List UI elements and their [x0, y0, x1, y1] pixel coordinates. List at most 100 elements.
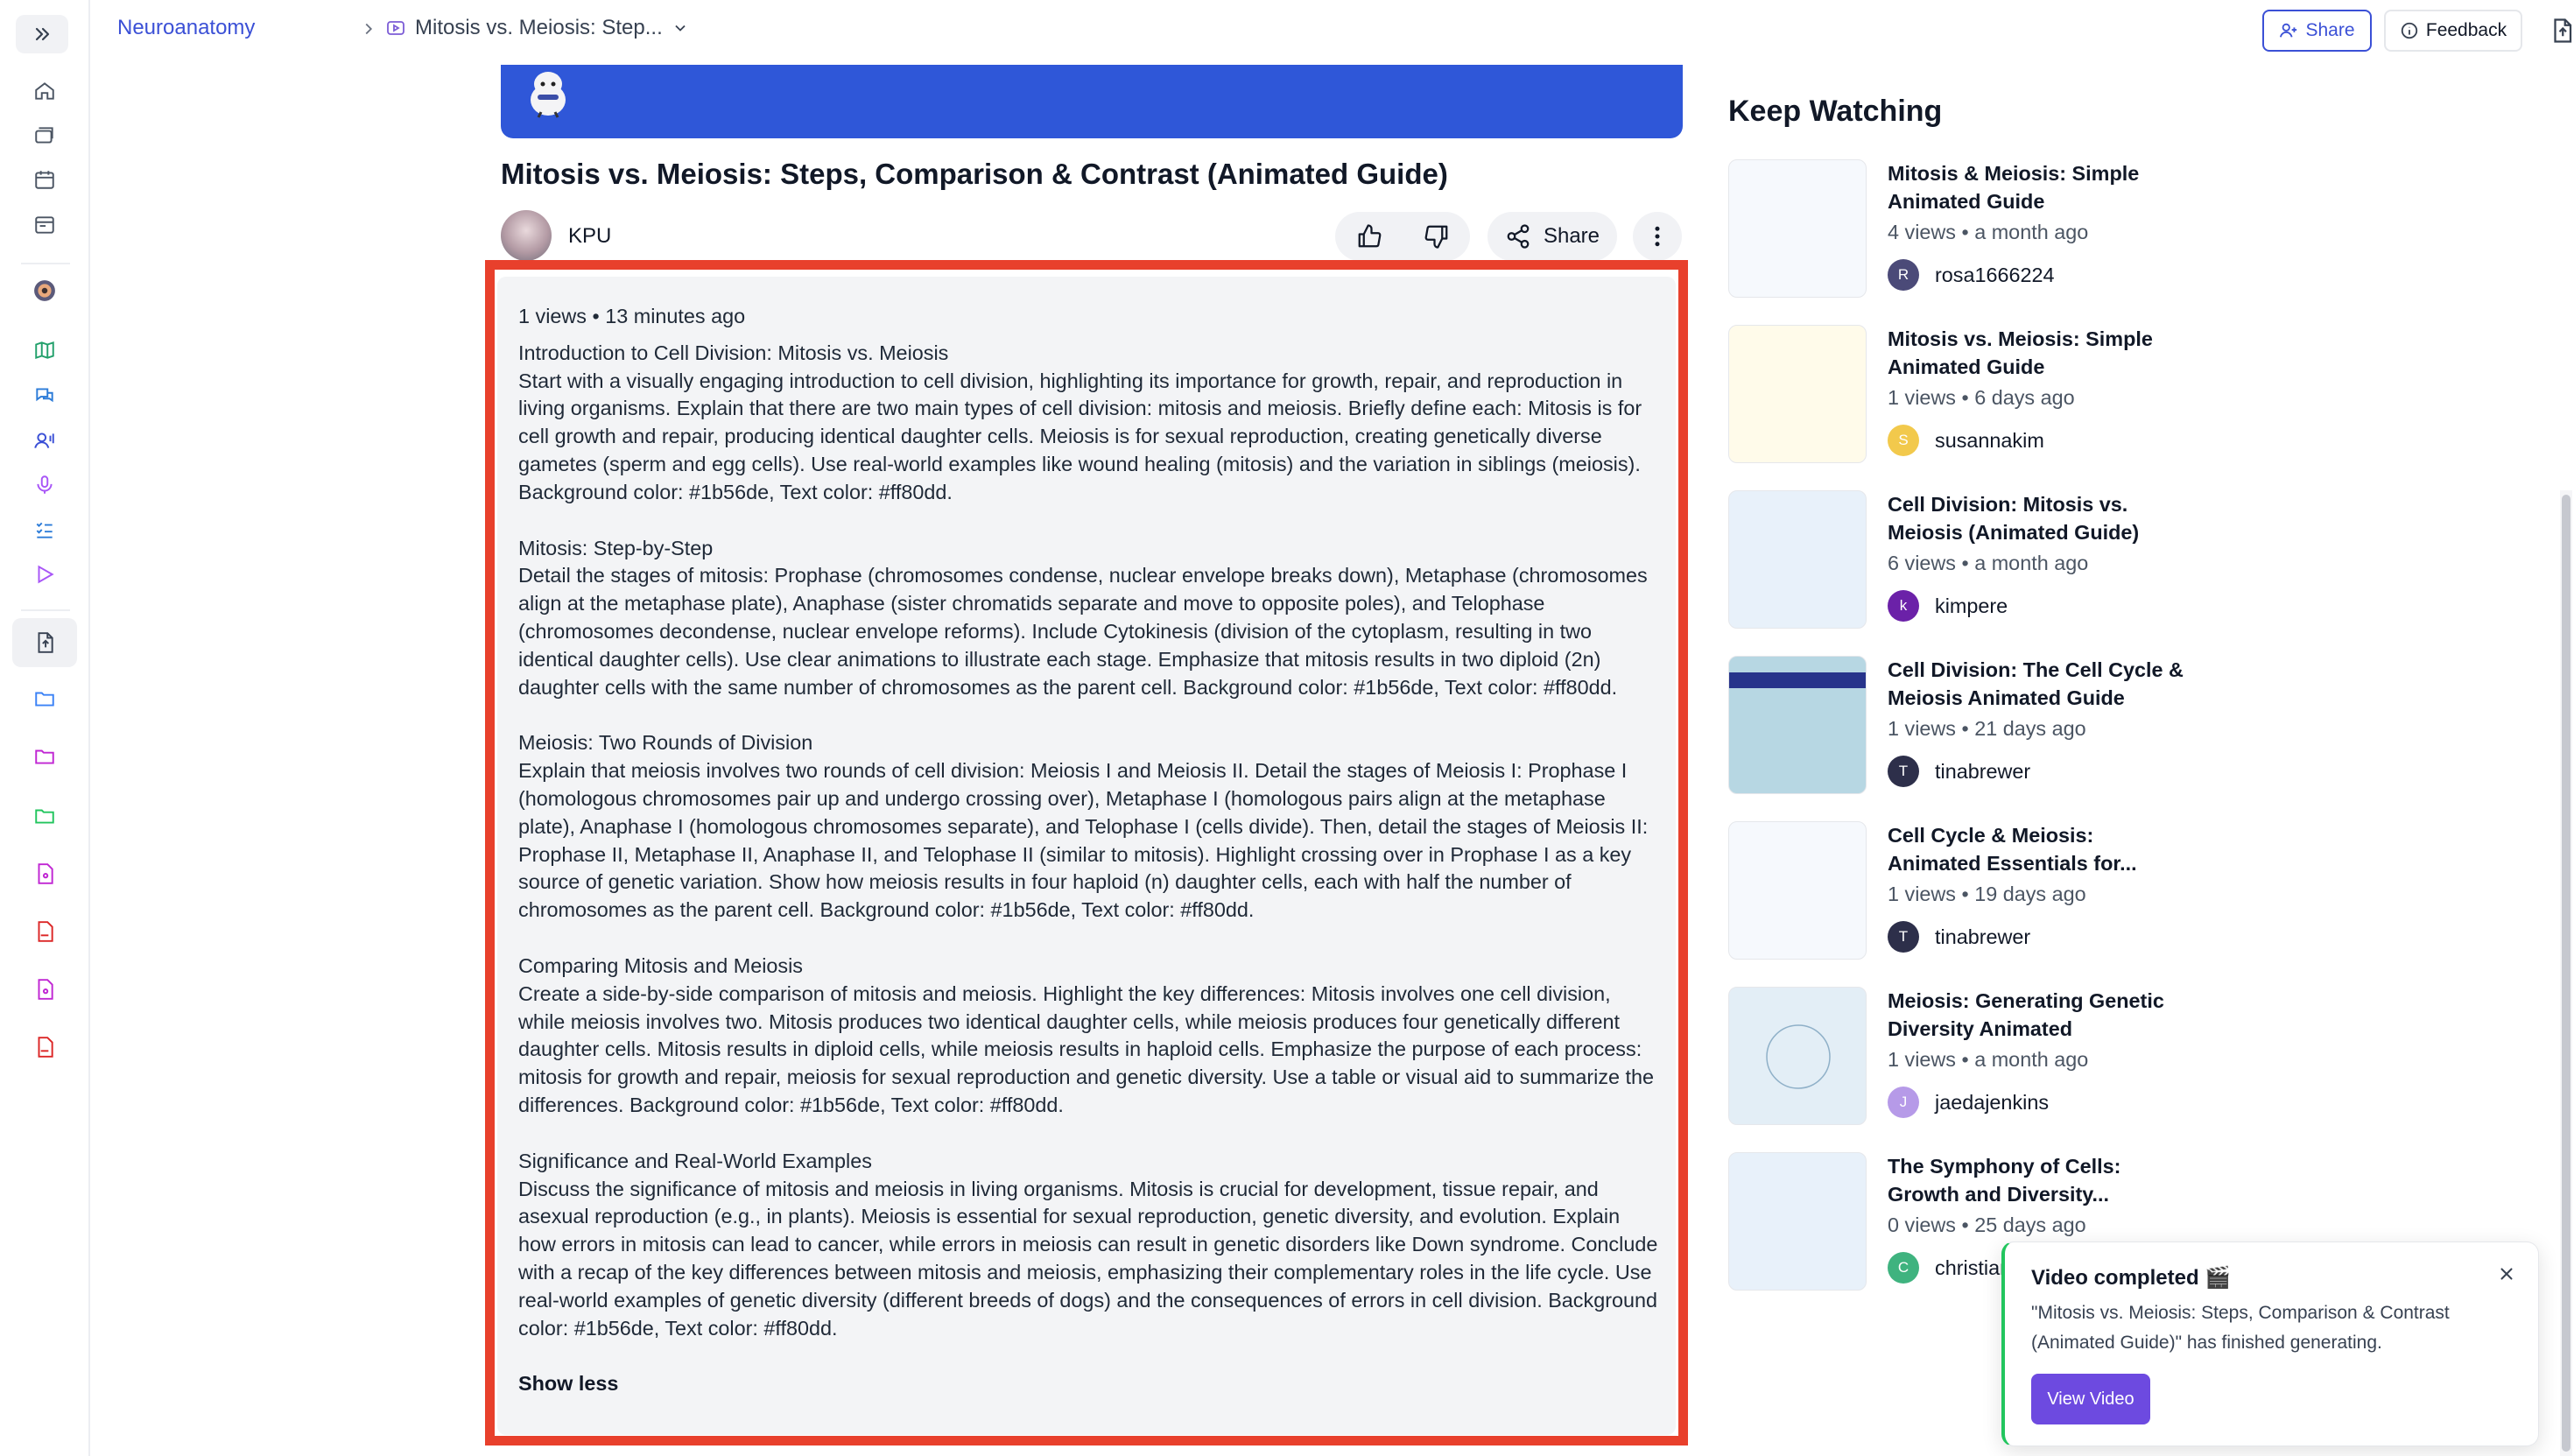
video-thumbnail[interactable] [1728, 159, 1867, 298]
section-body: Create a side-by-side comparison of mito… [518, 981, 1655, 1116]
library-icon[interactable] [27, 118, 62, 153]
thumbs-down-icon [1424, 225, 1447, 249]
video-thumbnail[interactable] [1728, 325, 1867, 463]
more-vertical-icon [1655, 226, 1660, 247]
chat-icon[interactable] [27, 378, 62, 413]
expand-sidebar-button[interactable] [16, 15, 68, 53]
microphone-icon[interactable] [27, 468, 62, 503]
author[interactable]: Cchristian [1888, 1252, 2011, 1284]
keep-watching-item[interactable]: Cell Division: The Cell Cycle & Meiosis … [1728, 656, 2184, 796]
workspace-avatar-icon[interactable] [27, 273, 62, 308]
document-icon[interactable] [27, 972, 62, 1007]
author-name: tinabrewer [1935, 759, 2031, 783]
author[interactable]: k kimpere [1888, 590, 2008, 622]
feedback-button[interactable]: Feedback [2384, 10, 2522, 52]
thumbnail-title-bar [1729, 672, 1866, 688]
section-body: Discuss the significance of mitosis and … [518, 1177, 1658, 1340]
author[interactable]: Ttinabrewer [1888, 756, 2030, 787]
channel-name[interactable]: KPU [568, 224, 611, 249]
title-line: Meiosis (Animated Guide) [1888, 521, 2140, 544]
dislike-button[interactable] [1403, 212, 1470, 261]
keep-watching-item-title: Cell Division: Mitosis vs. Meiosis (Anim… [1888, 490, 2185, 546]
video-thumbnail[interactable] [1728, 490, 1867, 629]
keep-watching-item-title: Meiosis: Generating Genetic Diversity An… [1888, 987, 2185, 1043]
toast-title: Video completed 🎬 [2031, 1266, 2232, 1290]
view-video-button[interactable]: View Video [2031, 1374, 2150, 1424]
upload-age: 21 days ago [1974, 717, 2086, 740]
author-avatar: T [1888, 921, 1919, 953]
title-line: Meiosis: Generating Genetic [1888, 989, 2164, 1012]
close-icon [2500, 1268, 2513, 1280]
rail-divider [21, 263, 70, 264]
channel-avatar[interactable] [501, 210, 552, 261]
title-line: Diversity Animated [1888, 1017, 2073, 1040]
video-share-button[interactable]: Share [1487, 212, 1617, 261]
video-thumbnail[interactable] [1728, 987, 1867, 1125]
view-count: 1 views [1888, 717, 1956, 740]
keep-watching-item[interactable]: Mitosis & Meiosis: Simple Animated Guide… [1728, 159, 2184, 299]
keep-watching-item-title: Cell Division: The Cell Cycle & Meiosis … [1888, 656, 2185, 712]
video-thumbnail[interactable] [1728, 656, 1867, 794]
upload-button[interactable] [2543, 12, 2574, 49]
upload-file-icon[interactable] [27, 625, 62, 660]
close-toast-button[interactable] [2494, 1262, 2519, 1286]
home-icon[interactable] [27, 74, 62, 109]
view-count: 1 views [1888, 883, 1956, 905]
folder-icon[interactable] [27, 739, 62, 774]
map-icon[interactable] [27, 333, 62, 368]
cell-diagram-thumbnail [1766, 1024, 1831, 1089]
video-thumbnail[interactable] [1728, 1152, 1867, 1291]
author[interactable]: Jjaedajenkins [1888, 1087, 2049, 1118]
pdf-icon[interactable] [27, 914, 62, 949]
keep-watching-item-meta: 1 views • 21 days ago [1888, 717, 2086, 740]
author[interactable]: Ttinabrewer [1888, 921, 2030, 953]
info-icon [2401, 22, 2418, 39]
show-less-link[interactable]: Show less [518, 1370, 618, 1398]
keep-watching-item[interactable]: Cell Division: Mitosis vs. Meiosis (Anim… [1728, 490, 2184, 630]
section-body: Explain that meiosis involves two rounds… [518, 759, 1649, 922]
title-line: Animated Guide [1888, 190, 2045, 213]
section-body: Start with a visually engaging introduct… [518, 369, 1642, 503]
breadcrumb-current[interactable]: Mitosis vs. Meiosis: Step... [385, 16, 689, 40]
keep-watching-item-meta: 6 views • a month ago [1888, 552, 2089, 574]
browser-icon[interactable] [27, 207, 62, 243]
author[interactable]: Rrosa1666224 [1888, 259, 2055, 291]
section-heading: Mitosis: Step-by-Step [518, 536, 714, 559]
title-line: Mitosis & Meiosis: Simple [1888, 162, 2140, 185]
view-count: 1 views [1888, 1048, 1956, 1071]
author-name: susannakim [1935, 428, 2044, 452]
description-section: Introduction to Cell Division: Mitosis v… [518, 340, 1658, 507]
video-player[interactable] [501, 65, 1683, 138]
section-heading: Introduction to Cell Division: Mitosis v… [518, 341, 949, 364]
checklist-icon[interactable] [27, 512, 62, 547]
more-options-button[interactable] [1633, 212, 1682, 261]
video-completed-toast: Video completed 🎬 "Mitosis vs. Meiosis: … [2001, 1241, 2539, 1446]
calendar-icon[interactable] [27, 162, 62, 197]
view-count: 0 views [1888, 1213, 1956, 1236]
scrollbar-thumb[interactable] [2562, 495, 2570, 1452]
document-icon[interactable] [27, 856, 62, 891]
keep-watching-item[interactable]: Mitosis vs. Meiosis: Simple Animated Gui… [1728, 325, 2184, 465]
share-button[interactable]: Share [2262, 10, 2372, 52]
section-heading: Meiosis: Two Rounds of Division [518, 731, 813, 755]
folder-icon[interactable] [27, 798, 62, 834]
title-line: Cell Cycle & Meiosis: [1888, 824, 2094, 847]
voice-user-icon[interactable] [27, 423, 62, 458]
breadcrumb-root-link[interactable]: Neuroanatomy [117, 16, 255, 40]
author[interactable]: Ssusannakim [1888, 425, 2044, 456]
video-thumbnail[interactable] [1728, 821, 1867, 960]
toast-message: "Mitosis vs. Meiosis: Steps, Comparison … [2031, 1303, 2450, 1353]
video-description: 1 views • 13 minutes ago Introduction to… [497, 277, 1676, 1435]
keep-watching-item[interactable]: Cell Cycle & Meiosis: Animated Essential… [1728, 821, 2184, 961]
author-avatar: J [1888, 1087, 1919, 1118]
like-button[interactable] [1335, 212, 1403, 261]
pdf-icon[interactable] [27, 1030, 62, 1065]
chevron-down-icon [675, 25, 686, 32]
folder-icon[interactable] [27, 681, 62, 716]
upload-age: a month ago [1974, 221, 2089, 243]
double-chevron-right-icon [35, 27, 50, 41]
video-stats: 1 views • 13 minutes ago [518, 303, 1658, 331]
title-line: Cell Division: The Cell Cycle & [1888, 658, 2184, 681]
play-icon[interactable] [27, 557, 62, 592]
keep-watching-item[interactable]: Meiosis: Generating Genetic Diversity An… [1728, 987, 2184, 1127]
